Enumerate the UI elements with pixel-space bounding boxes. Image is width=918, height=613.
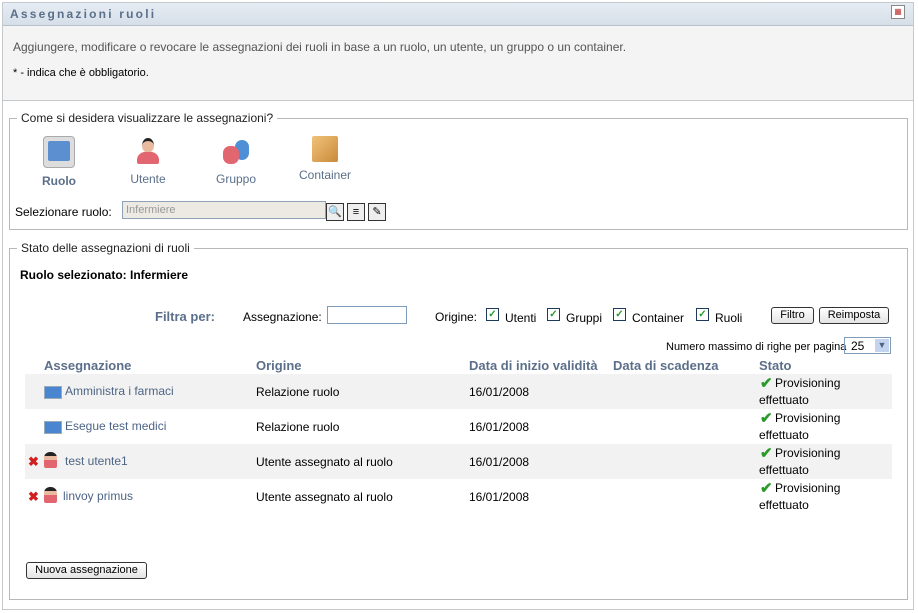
status-cell-line2: effettuato (759, 428, 809, 442)
assignment-link[interactable]: test utente1 (65, 454, 128, 468)
origin-container-checkbox[interactable]: ✓ (613, 308, 626, 321)
table-row: ✖ test utente1 Utente assegnato al ruolo… (25, 444, 892, 479)
layout-icon[interactable]: ▦ (891, 5, 905, 19)
table-row: ✖ linvoy primus Utente assegnato al ruol… (25, 479, 892, 514)
col-status[interactable]: Stato (759, 358, 792, 373)
success-check-icon: ✔ (760, 375, 773, 392)
history-list-icon[interactable]: ≡ (347, 203, 365, 221)
view-role-button[interactable]: Ruolo (24, 136, 94, 188)
view-group-button[interactable]: Gruppo (201, 136, 271, 186)
col-origin[interactable]: Origine (256, 358, 302, 373)
col-assignment[interactable]: Assegnazione (44, 358, 131, 373)
start-date-cell: 16/01/2008 (469, 455, 530, 469)
filter-label: Filtra per: (155, 309, 215, 324)
assignment-filter-label: Assegnazione: (243, 310, 322, 324)
role-icon (44, 386, 62, 399)
user-icon (133, 136, 163, 166)
page-title: Assegnazioni ruoli (10, 7, 157, 21)
remove-icon[interactable]: ✖ (28, 489, 39, 505)
view-container-button[interactable]: Container (290, 136, 360, 182)
start-date-cell: 16/01/2008 (469, 420, 530, 434)
required-note: * - indica che è obbligatorio. (13, 67, 149, 79)
rows-per-page-select[interactable]: 25 ▼ (844, 337, 891, 354)
status-cell-line1: Provisioning (775, 376, 841, 390)
origin-cell: Utente assegnato al ruolo (256, 490, 393, 504)
status-cell-line1: Provisioning (775, 446, 841, 460)
container-icon (312, 136, 338, 162)
assignment-filter-input[interactable] (327, 306, 407, 324)
origin-groups-label: Gruppi (566, 311, 603, 325)
select-role-input[interactable] (122, 201, 326, 219)
assignment-link[interactable]: linvoy primus (63, 489, 133, 503)
view-user-button[interactable]: Utente (113, 136, 183, 186)
col-end-date[interactable]: Data di scadenza (613, 358, 719, 373)
view-container-label: Container (298, 168, 352, 182)
selected-role: Ruolo selezionato: Infermiere (20, 268, 189, 282)
rows-per-page-label: Numero massimo di righe per pagina (666, 341, 847, 353)
origin-users-label: Utenti (505, 311, 537, 325)
description-text: Aggiungere, modificare o revocare le ass… (13, 40, 627, 54)
assignment-link[interactable]: Amministra i farmaci (65, 384, 174, 398)
view-user-label: Utente (130, 172, 166, 186)
table-row: Amministra i farmaci Relazione ruolo 16/… (25, 374, 892, 409)
role-icon (44, 421, 62, 434)
select-role-label: Selezionare ruolo: (15, 205, 112, 219)
origin-roles-checkbox[interactable]: ✓ (696, 308, 709, 321)
view-role-label: Ruolo (42, 174, 76, 188)
reset-button[interactable]: Reimposta (819, 307, 889, 324)
status-cell-line1: Provisioning (775, 481, 841, 495)
filter-button[interactable]: Filtro (771, 307, 814, 324)
remove-icon[interactable]: ✖ (28, 454, 39, 470)
view-group-label: Gruppo (215, 172, 257, 186)
origin-cell: Relazione ruolo (256, 420, 340, 434)
description-panel (3, 26, 913, 101)
view-legend: Come si desidera visualizzare le assegna… (17, 111, 278, 125)
success-check-icon: ✔ (760, 480, 773, 497)
user-icon (44, 452, 57, 468)
origin-cell: Utente assegnato al ruolo (256, 455, 393, 469)
chevron-down-icon: ▼ (875, 339, 889, 352)
success-check-icon: ✔ (760, 445, 773, 462)
status-cell-line2: effettuato (759, 393, 809, 407)
search-icon[interactable]: 🔍 (326, 203, 344, 221)
col-start-date[interactable]: Data di inizio validità (469, 358, 598, 373)
group-icon (221, 136, 251, 166)
start-date-cell: 16/01/2008 (469, 490, 530, 504)
origin-container-label: Container (632, 311, 685, 325)
role-icon (43, 136, 75, 168)
status-legend: Stato delle assegnazioni di ruoli (17, 241, 194, 255)
rows-per-page-value: 25 (851, 339, 865, 353)
status-cell-line1: Provisioning (775, 411, 841, 425)
clear-icon[interactable]: ✎ (368, 203, 386, 221)
origin-filter-label: Origine: (435, 310, 478, 324)
user-icon (44, 487, 57, 503)
origin-cell: Relazione ruolo (256, 385, 340, 399)
status-cell-line2: effettuato (759, 498, 809, 512)
start-date-cell: 16/01/2008 (469, 385, 530, 399)
success-check-icon: ✔ (760, 410, 773, 427)
table-row: Esegue test medici Relazione ruolo 16/01… (25, 409, 892, 444)
origin-roles-label: Ruoli (715, 311, 743, 325)
assignment-link[interactable]: Esegue test medici (65, 419, 166, 433)
origin-groups-checkbox[interactable]: ✓ (547, 308, 560, 321)
origin-users-checkbox[interactable]: ✓ (486, 308, 499, 321)
new-assignment-button[interactable]: Nuova assegnazione (26, 562, 147, 579)
status-cell-line2: effettuato (759, 463, 809, 477)
